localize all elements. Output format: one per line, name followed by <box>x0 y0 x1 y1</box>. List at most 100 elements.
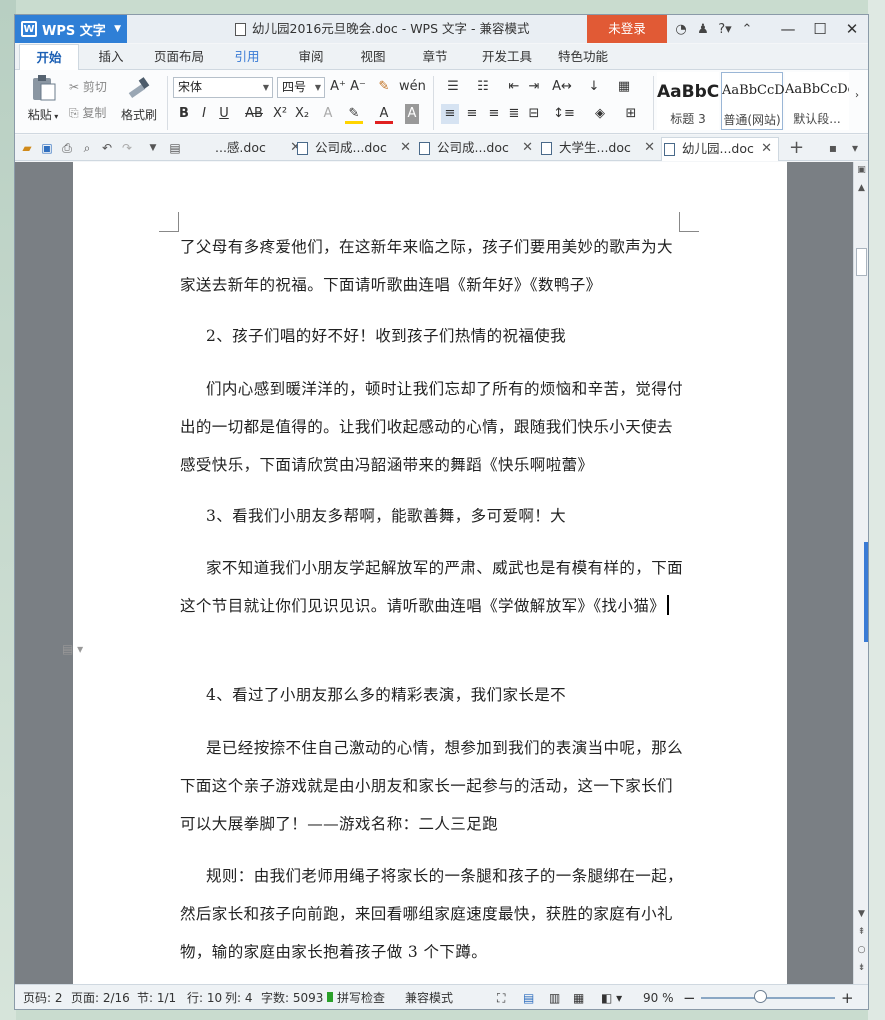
ribbon-separator <box>653 76 654 130</box>
grow-font-icon[interactable]: A⁺ <box>329 77 347 97</box>
select-browse-icon[interactable]: ○ <box>854 942 868 958</box>
font-size-select[interactable]: 四号 ▼ <box>277 77 325 98</box>
scroll-top-icon[interactable]: ▣ <box>854 162 868 178</box>
zoom-slider-handle[interactable] <box>754 990 767 1003</box>
subscript-icon[interactable]: X₂ <box>293 104 311 124</box>
tab-references[interactable]: 引用 <box>225 44 269 70</box>
new-tab-icon[interactable]: + <box>789 135 804 161</box>
sort-icon[interactable]: ↓ <box>585 77 603 97</box>
tab-home[interactable]: 开始 <box>19 44 79 71</box>
superscript-icon[interactable]: X² <box>271 104 289 124</box>
scroll-thumb[interactable] <box>856 248 867 276</box>
bold-icon[interactable]: B <box>175 104 193 124</box>
paste-button[interactable]: 粘贴 ▾ <box>21 74 65 123</box>
tab-view[interactable]: 视图 <box>351 44 395 70</box>
vertical-scrollbar[interactable]: ▣ ▲ ▼ ⇞ ○ ⇟ <box>853 162 868 984</box>
collapse-ribbon-icon[interactable]: ⌃ <box>736 15 758 43</box>
app-menu-button[interactable]: W WPS 文字 ▼ <box>15 15 127 43</box>
clear-format-icon[interactable]: ✎ <box>375 77 393 97</box>
tab-menu-icon[interactable]: ▾ <box>845 135 865 161</box>
print-icon[interactable]: ⎙ <box>57 135 77 161</box>
outline-view-icon[interactable]: ▥ <box>549 985 560 1009</box>
paragraph-layout-icon[interactable]: ▤ ▾ <box>62 642 83 656</box>
align-right-icon[interactable]: ≡ <box>485 104 503 124</box>
maximize-icon[interactable]: ☐ <box>804 15 836 43</box>
shirt-icon[interactable]: ♟ <box>692 15 714 43</box>
login-button[interactable]: 未登录 <box>587 15 667 43</box>
skin-icon[interactable]: ◔ <box>670 15 692 43</box>
tab-page-layout[interactable]: 页面布局 <box>147 44 211 70</box>
doc-tab-active[interactable]: 幼儿园...doc ✕ <box>661 137 779 161</box>
zoom-slider-track[interactable] <box>701 997 835 999</box>
doc-tab[interactable]: ...感.doc ✕ <box>195 137 301 161</box>
styles-more-icon[interactable]: › <box>855 90 859 101</box>
doc-tab[interactable]: 公司成...doc ✕ <box>417 137 533 161</box>
align-left-icon[interactable]: ≡ <box>441 104 459 124</box>
phonetic-icon[interactable]: wén <box>399 77 426 97</box>
bullet-list-icon[interactable]: ☰ <box>441 77 465 97</box>
close-icon[interactable]: ✕ <box>644 137 655 159</box>
save-icon[interactable]: ▣ <box>37 135 57 161</box>
spell-check-button[interactable]: 拼写检查 <box>327 985 385 1009</box>
doc-tab[interactable]: 公司成...doc ✕ <box>295 137 411 161</box>
underline-icon[interactable]: U <box>215 104 233 124</box>
style-default-para[interactable]: AaBbCcDc 默认段... <box>785 72 849 130</box>
close-icon[interactable]: ✕ <box>400 137 411 159</box>
align-center-icon[interactable]: ≡ <box>463 104 481 124</box>
decrease-indent-icon[interactable]: ⇤ <box>505 77 523 97</box>
close-icon[interactable]: ✕ <box>522 137 533 159</box>
shrink-font-icon[interactable]: A⁻ <box>349 77 367 97</box>
status-word-count[interactable]: 字数: 5093 <box>261 985 323 1009</box>
justify-icon[interactable]: ≣ <box>505 104 523 124</box>
numbered-list-icon[interactable]: ☷ <box>471 77 495 97</box>
print-preview-icon[interactable]: ⌕ <box>77 135 97 161</box>
cut-button[interactable]: ✂ 剪切 <box>69 78 107 95</box>
zoom-level[interactable]: 90 % <box>643 985 674 1009</box>
highlight-icon[interactable]: ✎ <box>345 104 363 124</box>
shading-icon[interactable]: ◈ <box>587 104 613 124</box>
redo-icon[interactable]: ↷ <box>117 135 137 161</box>
tab-special[interactable]: 特色功能 <box>551 44 615 70</box>
char-scale-icon[interactable]: A↔ <box>549 77 575 97</box>
help-icon[interactable]: ?▾ <box>714 15 736 43</box>
style-heading3[interactable]: AaBbC 标题 3 <box>657 72 719 130</box>
tab-insert[interactable]: 插入 <box>89 44 133 70</box>
scroll-down-icon[interactable]: ▼ <box>854 906 868 922</box>
open-folder-icon[interactable]: ▰ <box>17 135 37 161</box>
zoom-in-icon[interactable]: + <box>841 985 854 1009</box>
tab-list-icon[interactable]: ▪ <box>823 135 843 161</box>
close-icon[interactable]: ✕ <box>836 15 868 43</box>
tab-chapter[interactable]: 章节 <box>413 44 457 70</box>
prev-page-icon[interactable]: ⇞ <box>854 924 868 940</box>
strikethrough-icon[interactable]: AB <box>241 104 267 124</box>
tab-review[interactable]: 审阅 <box>289 44 333 70</box>
text-effect-icon[interactable]: A <box>319 104 337 124</box>
document-page[interactable]: 了父母有多疼爱他们，在这新年来临之际，孩子们要用美妙的歌声为大家送去新年的祝福。… <box>73 162 787 984</box>
char-shading-icon[interactable]: A <box>405 104 419 124</box>
reading-mode-icon[interactable]: ◧ ▾ <box>601 985 622 1009</box>
scroll-up-icon[interactable]: ▲ <box>854 180 868 196</box>
borders-icon[interactable]: ⊞ <box>619 104 643 124</box>
doc-tab[interactable]: 大学生...doc ✕ <box>539 137 655 161</box>
copy-button[interactable]: ⎘ 复制 <box>69 104 106 121</box>
fullscreen-view-icon[interactable]: ⛶ <box>497 985 505 1009</box>
style-normal-web[interactable]: AaBbCcD 普通(网站) <box>721 72 785 130</box>
customize-toolbar-icon[interactable]: ▼ <box>143 135 163 161</box>
zoom-out-icon[interactable]: − <box>683 985 696 1009</box>
close-icon[interactable]: ✕ <box>761 138 772 160</box>
table-border-icon[interactable]: ▦ <box>615 77 633 97</box>
font-name-select[interactable]: 宋体 ▼ <box>173 77 273 98</box>
increase-indent-icon[interactable]: ⇥ <box>525 77 543 97</box>
line-spacing-icon[interactable]: ↕≡ <box>551 104 577 124</box>
page-view-icon[interactable]: ▤ <box>523 985 534 1009</box>
next-page-icon[interactable]: ⇟ <box>854 960 868 976</box>
minimize-icon[interactable]: — <box>772 15 804 43</box>
format-painter-button[interactable]: 格式刷 <box>117 74 161 123</box>
distributed-icon[interactable]: ⊟ <box>525 104 543 124</box>
tab-developer[interactable]: 开发工具 <box>475 44 539 70</box>
web-view-icon[interactable]: ▦ <box>573 985 584 1009</box>
side-panel-toggle[interactable] <box>864 542 868 642</box>
font-color-icon[interactable]: A <box>375 104 393 124</box>
undo-icon[interactable]: ↶ <box>97 135 117 161</box>
italic-icon[interactable]: I <box>195 104 213 124</box>
